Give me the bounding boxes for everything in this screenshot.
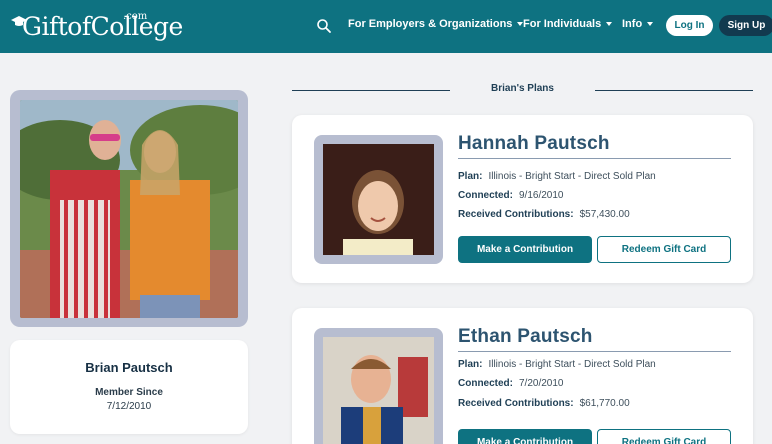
member-since-label: Member Since <box>95 387 163 398</box>
redeem-gift-card-button[interactable]: Redeem Gift Card <box>597 236 731 263</box>
plan-card: Hannah Pautsch Plan: Illinois - Bright St… <box>292 115 753 283</box>
name-divider <box>458 158 731 159</box>
make-contribution-button[interactable]: Make a Contribution <box>458 236 592 263</box>
nav-info[interactable]: Info <box>622 18 654 30</box>
nav-individuals-label: For Individuals <box>523 18 602 30</box>
connected-value: 7/20/2010 <box>519 378 564 389</box>
received-value: $57,430.00 <box>579 209 630 220</box>
profile-photo-frame <box>10 90 248 327</box>
beneficiary-name: Ethan Pautsch <box>458 326 593 347</box>
nav-employers-organizations[interactable]: For Employers & Organizations <box>348 18 524 30</box>
received-field: Received Contributions: $57,430.00 <box>458 209 630 220</box>
beneficiary-photo <box>323 144 434 255</box>
nav-info-label: Info <box>622 18 643 30</box>
plan-value: Illinois - Bright Start - Direct Sold Pl… <box>488 359 656 370</box>
plan-label: Plan: <box>458 359 483 370</box>
plan-label: Plan: <box>458 171 483 182</box>
connected-field: Connected: 7/20/2010 <box>458 378 564 389</box>
connected-value: 9/16/2010 <box>519 190 564 201</box>
plan-value: Illinois - Bright Start - Direct Sold Pl… <box>488 171 656 182</box>
make-contribution-button[interactable]: Make a Contribution <box>458 429 592 444</box>
search-icon[interactable] <box>316 18 332 34</box>
beneficiary-photo-frame <box>314 135 443 264</box>
name-divider <box>458 351 731 352</box>
connected-field: Connected: 9/16/2010 <box>458 190 564 201</box>
profile-card: Brian Pautsch Member Since 7/12/2010 <box>10 340 248 434</box>
profile-name: Brian Pautsch <box>85 360 173 375</box>
signup-button[interactable]: Sign Up <box>719 15 772 36</box>
logo-text: GiftofCollege <box>22 12 183 41</box>
received-value: $61,770.00 <box>579 398 630 409</box>
divider-left <box>292 90 450 91</box>
member-since-date: 7/12/2010 <box>106 401 152 412</box>
connected-label: Connected: <box>458 378 513 389</box>
beneficiary-name: Hannah Pautsch <box>458 133 610 154</box>
logo-suffix: .com <box>123 11 148 22</box>
plans-section-header: Brian's Plans <box>292 80 753 100</box>
beneficiary-photo <box>323 337 434 444</box>
caret-down-icon <box>647 22 654 26</box>
profile-photo <box>20 100 238 318</box>
redeem-gift-card-button[interactable]: Redeem Gift Card <box>597 429 731 444</box>
plan-field: Plan: Illinois - Bright Start - Direct So… <box>458 359 656 370</box>
received-label: Received Contributions: <box>458 209 574 220</box>
connected-label: Connected: <box>458 190 513 201</box>
received-field: Received Contributions: $61,770.00 <box>458 398 630 409</box>
divider-right <box>595 90 753 91</box>
caret-down-icon <box>606 22 613 26</box>
nav-individuals[interactable]: For Individuals <box>523 18 613 30</box>
nav-employers-label: For Employers & Organizations <box>348 18 513 30</box>
plan-card: Ethan Pautsch Plan: Illinois - Bright Sta… <box>292 308 753 444</box>
top-nav-bar: GiftofCollege .com For Employers & Organ… <box>0 0 772 53</box>
login-button[interactable]: Log In <box>666 15 713 36</box>
plans-section-title: Brian's Plans <box>491 83 554 94</box>
received-label: Received Contributions: <box>458 398 574 409</box>
beneficiary-photo-frame <box>314 328 443 444</box>
plan-field: Plan: Illinois - Bright Start - Direct So… <box>458 171 656 182</box>
